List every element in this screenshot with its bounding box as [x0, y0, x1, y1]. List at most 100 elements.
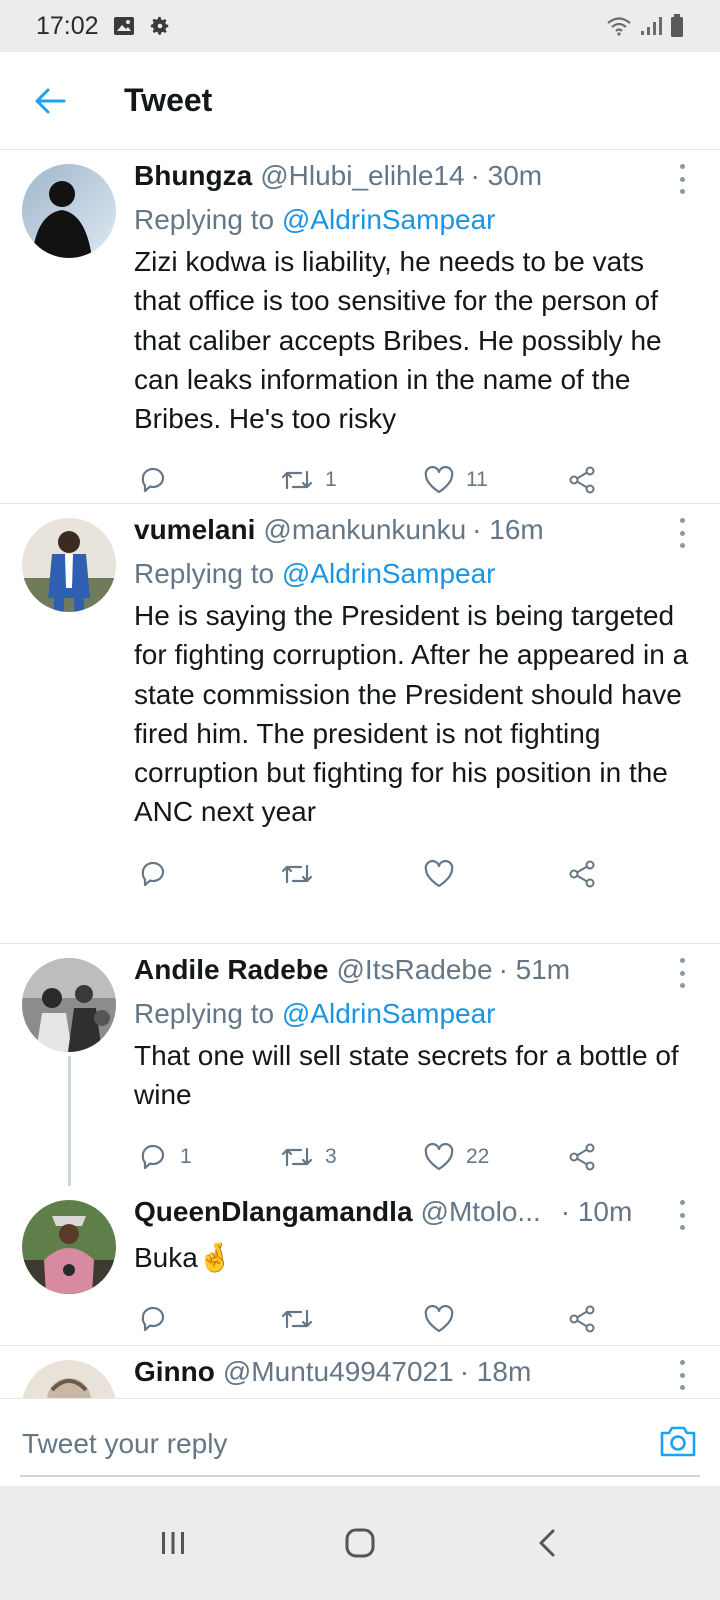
tweet-time: · 18m — [459, 1356, 532, 1387]
tweet-text: That one will sell state secrets for a b… — [134, 1040, 679, 1111]
author-name[interactable]: Bhungza — [134, 160, 252, 192]
share-icon — [569, 1143, 595, 1171]
like-button[interactable] — [424, 859, 567, 888]
author-handle[interactable]: @Muntu49947021 — [223, 1356, 454, 1388]
more-options-button[interactable] — [678, 1200, 686, 1230]
share-icon — [569, 466, 595, 494]
like-button[interactable] — [424, 1305, 567, 1333]
replying-to: Replying to @AldrinSampear — [134, 200, 698, 240]
tweet-time: · 51m — [498, 954, 571, 985]
replying-to: Replying to @AldrinSampear — [134, 994, 698, 1034]
more-options-button[interactable] — [678, 518, 686, 548]
like-count: 22 — [466, 1144, 490, 1168]
share-button[interactable] — [567, 859, 597, 889]
tweet-text: He is saying the President is being targ… — [134, 600, 689, 828]
battery-icon — [671, 14, 683, 37]
mention-link[interactable]: @AldrinSampear — [282, 998, 496, 1029]
reply-underline — [20, 1475, 700, 1477]
home-button[interactable] — [330, 1513, 390, 1573]
mention-link[interactable]: @AldrinSampear — [282, 558, 496, 589]
avatar[interactable] — [22, 1200, 116, 1294]
tweet-item[interactable]: Bhungza @Hlubi_elihle14 · 30m Replying t… — [0, 150, 720, 504]
app-header: Tweet — [0, 52, 720, 150]
status-left-icons — [113, 15, 171, 37]
retweet-button[interactable] — [281, 860, 424, 888]
retweet-icon — [281, 471, 313, 490]
tweet-text: Buka🤞 — [134, 1238, 698, 1277]
status-time: 17:02 — [36, 11, 99, 40]
replying-prefix: Replying to — [134, 204, 275, 235]
camera-button[interactable] — [658, 1421, 698, 1461]
wifi-icon — [607, 17, 631, 36]
home-icon — [345, 1528, 375, 1558]
author-name[interactable]: QueenDlangamandla — [134, 1196, 413, 1228]
heart-icon — [424, 859, 454, 887]
retweet-button[interactable]: 3 — [281, 1143, 424, 1171]
retweet-button[interactable]: 1 — [281, 466, 424, 494]
replying-prefix: Replying to — [134, 558, 275, 589]
more-options-button[interactable] — [678, 958, 686, 988]
reply-icon — [141, 1144, 165, 1169]
gear-icon — [150, 16, 168, 35]
tweet-item[interactable]: vumelani @mankunkunku · 16m Replying to … — [0, 504, 720, 944]
reply-button[interactable] — [138, 859, 281, 889]
reply-button[interactable] — [138, 1304, 281, 1334]
share-button[interactable] — [567, 1142, 597, 1172]
avatar[interactable] — [22, 518, 116, 612]
back-button[interactable] — [20, 71, 80, 131]
tweet-time: · 16m — [472, 514, 544, 545]
thread-line — [68, 1056, 71, 1186]
arrow-left-icon — [35, 88, 66, 113]
reply-input[interactable] — [22, 1409, 642, 1479]
camera-icon — [660, 1426, 696, 1457]
recent-apps-button[interactable] — [143, 1513, 203, 1573]
mention-link[interactable]: @AldrinSampear — [282, 204, 496, 235]
author-name[interactable]: Andile Radebe — [134, 954, 328, 986]
reply-timeline[interactable]: Bhungza @Hlubi_elihle14 · 30m Replying t… — [0, 150, 720, 1426]
avatar[interactable] — [22, 958, 116, 1052]
tweet-time: · 30m — [470, 160, 543, 191]
crossed-fingers-emoji: 🤞 — [197, 1242, 233, 1273]
author-name[interactable]: Ginno — [134, 1356, 215, 1388]
system-back-button[interactable] — [517, 1513, 577, 1573]
share-button[interactable] — [567, 465, 597, 495]
status-right-icons — [606, 14, 684, 38]
page-title: Tweet — [124, 82, 213, 118]
tweet-header: Andile Radebe @ItsRadebe · 51m — [134, 954, 698, 994]
like-button[interactable]: 22 — [424, 1142, 567, 1171]
share-icon — [569, 1305, 595, 1333]
retweet-count: 3 — [325, 1144, 337, 1168]
share-button[interactable] — [567, 1304, 597, 1334]
replying-prefix: Replying to — [134, 998, 275, 1029]
like-button[interactable]: 11 — [424, 466, 567, 494]
reply-icon — [141, 861, 165, 886]
avatar[interactable] — [22, 164, 116, 258]
tweet-actions — [138, 832, 698, 916]
author-handle[interactable]: @Mtolo... — [421, 1196, 541, 1228]
tweet-time: · 10m — [560, 1196, 633, 1227]
author-name[interactable]: vumelani — [134, 514, 255, 546]
like-count: 11 — [466, 468, 488, 492]
retweet-icon — [281, 864, 313, 883]
retweet-icon — [281, 1310, 313, 1329]
retweet-button[interactable] — [281, 1305, 424, 1333]
tweet-item[interactable]: Andile Radebe @ItsRadebe · 51m Replying … — [0, 944, 720, 1186]
tweet-text: Zizi kodwa is liability, he needs to be … — [134, 246, 662, 435]
tweet-header: Bhungza @Hlubi_elihle14 · 30m — [134, 160, 698, 200]
reply-button[interactable] — [138, 465, 281, 495]
reply-count: 1 — [180, 1144, 192, 1168]
reply-icon — [141, 1307, 165, 1332]
tweet-item[interactable]: QueenDlangamandla @Mtolo... · 10m Buka🤞 — [0, 1186, 720, 1346]
tweet-header: Ginno @Muntu49947021 · 18m — [134, 1356, 698, 1396]
author-handle[interactable]: @mankunkunku — [263, 514, 466, 546]
status-bar: 17:02 — [0, 0, 720, 52]
signal-icon — [641, 17, 662, 35]
image-icon — [113, 17, 134, 35]
more-options-button[interactable] — [678, 1360, 686, 1390]
tweet-header: vumelani @mankunkunku · 16m — [134, 514, 698, 554]
author-handle[interactable]: @ItsRadebe — [336, 954, 492, 986]
author-handle[interactable]: @Hlubi_elihle14 — [260, 160, 464, 192]
system-nav-bar — [0, 1486, 720, 1600]
more-options-button[interactable] — [678, 164, 686, 194]
reply-button[interactable]: 1 — [138, 1142, 281, 1172]
